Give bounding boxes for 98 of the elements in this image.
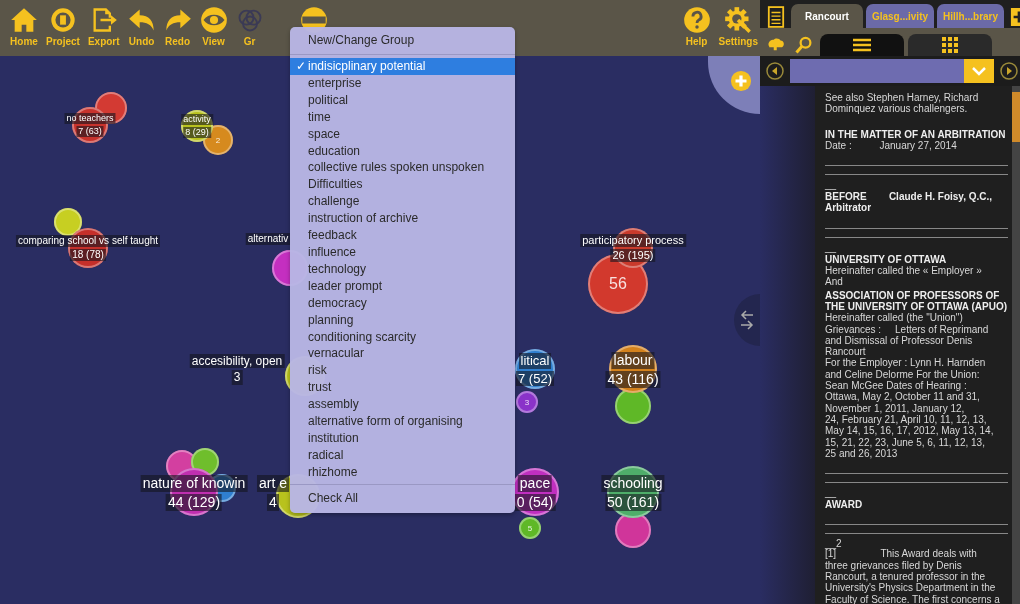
node-count: 3 [231,370,243,385]
add-icon[interactable] [730,70,752,92]
menu-item[interactable]: Check All [290,487,515,507]
node-count: 26 (195) [610,249,656,263]
node-count: 0 (54) [514,493,556,511]
next-icon[interactable] [1000,62,1018,80]
menu-item[interactable]: institution [290,429,515,447]
node-label: comparing school vs self taught [15,235,161,247]
footnote-mark: __ [825,181,838,190]
document-text: [1] This Award deals with three grievances filed by Denis Rancourt, a tenured professor in the University's Physics Department in the Faculty of Science. The first concerns a [825,548,1001,604]
menu-item[interactable]: instruction of archive [290,210,515,228]
node-count: 8 (29) [183,126,211,138]
node-label: litical [518,353,552,369]
document-icon[interactable] [767,6,785,28]
menu-item[interactable]: democracy [290,294,515,312]
node-count: 50 (161) [604,493,662,511]
menu-item[interactable]: Difficulties [290,176,515,194]
toolbar-button[interactable]: Redo [161,6,194,47]
document-text: See also Stephen Harney, Richard Dominquez various challengers. [825,92,980,115]
panel-toggle[interactable] [734,294,760,346]
toolbar-button[interactable]: Export [85,6,122,47]
node-count: 4 [267,493,279,511]
node-label: art e [257,475,289,492]
node-bubble[interactable] [54,208,82,236]
document-heading: UNIVERSITY OF OTTAWA [825,253,948,266]
node-label: activity [181,114,213,125]
menu-item[interactable]: alternative form of organising [290,413,515,430]
menu-item[interactable]: feedback [290,227,515,244]
menu-item[interactable]: trust [290,379,515,397]
document-text: Date : January 27, 2014 [825,139,958,152]
menu-item[interactable]: ✓ indisicplinary potential [290,58,515,75]
node-label: alternativ [245,233,291,245]
footnote-mark: __2 [825,540,843,549]
toolbar-button[interactable]: Settings [716,6,760,47]
list-icon [853,38,871,52]
chevron-icon [964,59,994,83]
menu-item[interactable]: rhizhome [290,463,515,481]
settings-icon [724,6,753,34]
node-label: accesibility, open [189,354,285,369]
menu-item[interactable]: influence [290,243,515,261]
document-tab[interactable]: Rancourt [791,4,863,28]
document-heading: ASSOCIATION OF PROFESSORS OF THE UNIVERSITY OF OTTAWA (APUO) [825,289,1008,313]
node-bubble[interactable] [68,228,108,268]
node-label: schooling [601,475,665,492]
menu-item[interactable]: radical [290,446,515,464]
menu-item[interactable]: planning [290,311,515,329]
menu-item[interactable]: conditioning scarcity [290,328,515,346]
node-label: labour [611,352,655,369]
footnote-mark: __ [825,489,838,498]
toolbar-button[interactable]: Help [680,6,713,47]
node-bubble[interactable]: 3 [516,391,538,413]
node-label: no teachers [64,113,116,124]
menu-item[interactable]: challenge [290,193,515,211]
document-heading: IN THE MATTER OF AN ARBITRATION [825,128,1007,140]
menu-item[interactable]: time [290,108,515,126]
menu-item[interactable]: education [290,142,515,160]
menu-item[interactable]: risk [290,362,515,380]
node-label: pace [517,475,553,492]
menu-header[interactable]: New/Change Group [290,29,515,51]
home-icon [10,6,38,34]
grid-icon [942,37,958,53]
project-icon [48,6,77,34]
view-tab[interactable] [908,34,992,56]
document-heading: AWARD [825,499,864,511]
menu-item[interactable]: collective rules spoken unspoken [290,159,515,177]
menu-item[interactable]: technology [290,260,515,278]
document-text: Hereinafter called the « Employer » And [825,265,983,288]
menu-item[interactable]: political [290,91,515,109]
node-bubble[interactable] [609,345,657,393]
eye-icon [199,6,228,34]
toolbar-button[interactable]: Project [44,6,82,47]
toolbar-button[interactable]: Undo [125,6,158,47]
toolbar-button[interactable]: View [197,6,230,47]
node-label: nature of knowin [140,475,248,492]
node-count: 43 (116) [605,370,661,388]
help-icon [682,6,711,34]
previous-icon[interactable] [766,62,784,80]
scrollbar[interactable] [1012,86,1020,604]
toolbar-button[interactable]: Home [8,6,40,47]
document-heading: BEFORE Claude H. Foisy, Q.C., Arbitrator [825,191,994,214]
node-count: 7 (63) [76,125,104,137]
node-bubble[interactable] [515,349,555,389]
menu-item[interactable]: enterprise [290,74,515,92]
arrows-icon [739,308,755,332]
menu-item[interactable]: leader prompt [290,277,515,295]
node-count: 44 (129) [165,493,223,511]
view-tab[interactable] [820,34,904,56]
node-count: 7 (52) [516,370,554,387]
menu-item[interactable]: vernacular [290,345,515,363]
document-text: Hereinafter called (the "Union") Grievances : Letters of Reprimand and Dismissal of Professor Denis Rancourt For the Employer : Lynn H. Harnden and Celine Delorme For the Union: Sean McGee Dates of Hearing : Ottawa, May 2, October 11 and 31, November 1, 2011, January 12, 24, February 21, April 10, 11, 12, 13, May 14, 15, 16, 17, 2012, May 13, 14, 15, 21, 22, 23, June 5, 6, 11, 12, 13, 25 and 26, 2013 [825,312,995,460]
menu-item[interactable]: space [290,125,515,143]
node-label: participatory process [580,234,686,248]
node-bubble[interactable] [181,110,213,142]
toolbar-button[interactable]: Gr [233,6,266,47]
search-icon[interactable] [795,34,813,56]
node-count: 18 (78) [70,249,106,261]
menu-item[interactable]: assembly [290,396,515,414]
footnote-mark: __ [825,243,838,252]
